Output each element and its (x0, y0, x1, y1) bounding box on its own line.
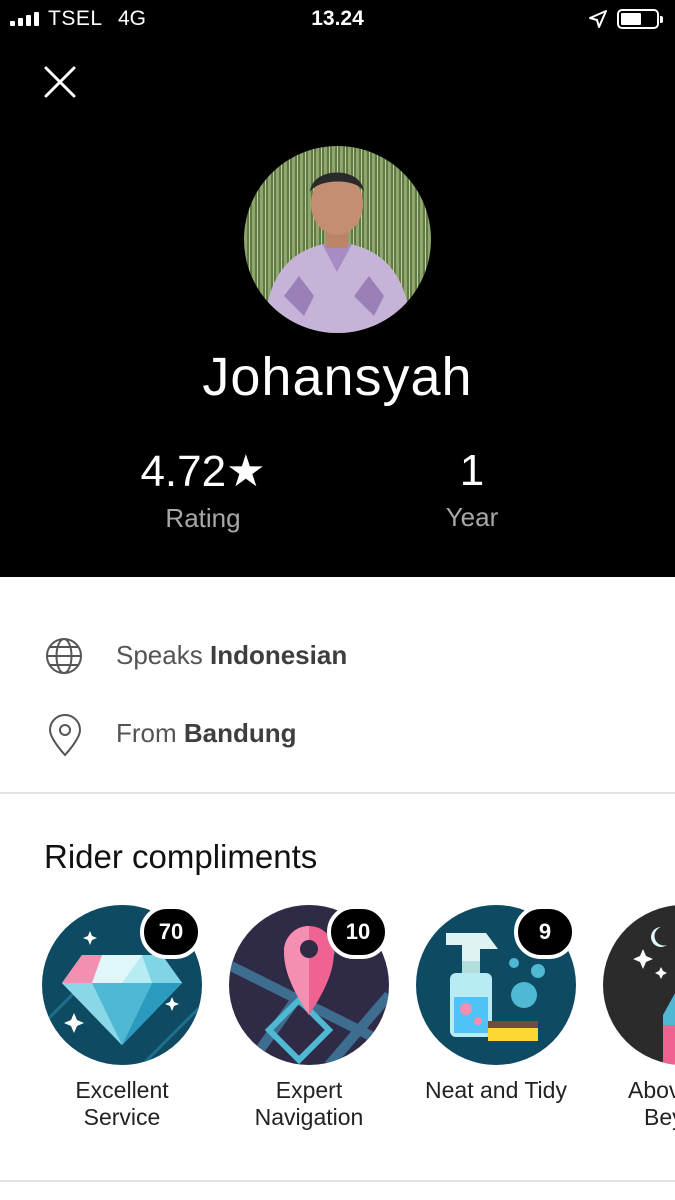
location-pin-icon (48, 714, 82, 757)
compliment-label: Excellent Service (75, 1077, 169, 1130)
compliment-count-badge: 10 (327, 905, 389, 959)
status-bar: TSEL 4G 13.24 (0, 0, 675, 40)
bottom-divider (0, 1180, 675, 1182)
driver-header: TSEL 4G 13.24 Johansyah 4.72★ Rating 1 Y… (0, 0, 675, 577)
origin-row: From Bandung (0, 714, 675, 794)
years-value: 1 (459, 446, 485, 495)
section-divider (0, 792, 675, 794)
driver-avatar (244, 146, 431, 333)
compliment-label: Expert Navigation (254, 1077, 364, 1130)
language-text: Speaks Indonesian (116, 640, 347, 671)
globe-icon (46, 638, 82, 674)
language-prefix: Speaks (116, 640, 203, 670)
location-arrow-icon (589, 10, 607, 28)
rating-label: Rating (165, 503, 241, 533)
rating-stat: 4.72★ Rating (93, 446, 313, 534)
compliment-above-and-beyond[interactable]: Above and Beyond (593, 905, 675, 1131)
compliment-excellent-service[interactable]: 70 Excellent Service (32, 905, 212, 1131)
battery-icon (617, 9, 663, 29)
compliments-carousel[interactable]: 70 Excellent Service 10 Expert Navigatio… (0, 905, 675, 1155)
close-button[interactable] (38, 60, 82, 104)
years-label: Year (445, 502, 499, 532)
status-time: 13.24 (311, 7, 364, 30)
compliment-label: Above and Beyond (628, 1077, 675, 1130)
compliment-label: Neat and Tidy (425, 1077, 567, 1103)
compliment-count-badge: 70 (140, 905, 202, 959)
star-night-icon (603, 905, 675, 1065)
compliment-expert-navigation[interactable]: 10 Expert Navigation (219, 905, 399, 1131)
rating-value: 4.72★ (140, 447, 266, 496)
language-value: Indonesian (209, 640, 348, 670)
driver-name: Johansyah (202, 347, 473, 407)
close-icon (44, 66, 76, 98)
origin-prefix: From (116, 718, 177, 748)
origin-text: From Bandung (116, 718, 297, 749)
origin-value: Bandung (183, 718, 297, 748)
compliment-count-badge: 9 (514, 905, 576, 959)
compliments-title: Rider compliments (44, 838, 318, 875)
compliment-neat-and-tidy[interactable]: 9 Neat and Tidy (406, 905, 586, 1104)
language-row: Speaks Indonesian (0, 636, 675, 716)
years-stat: 1 Year (362, 446, 582, 533)
